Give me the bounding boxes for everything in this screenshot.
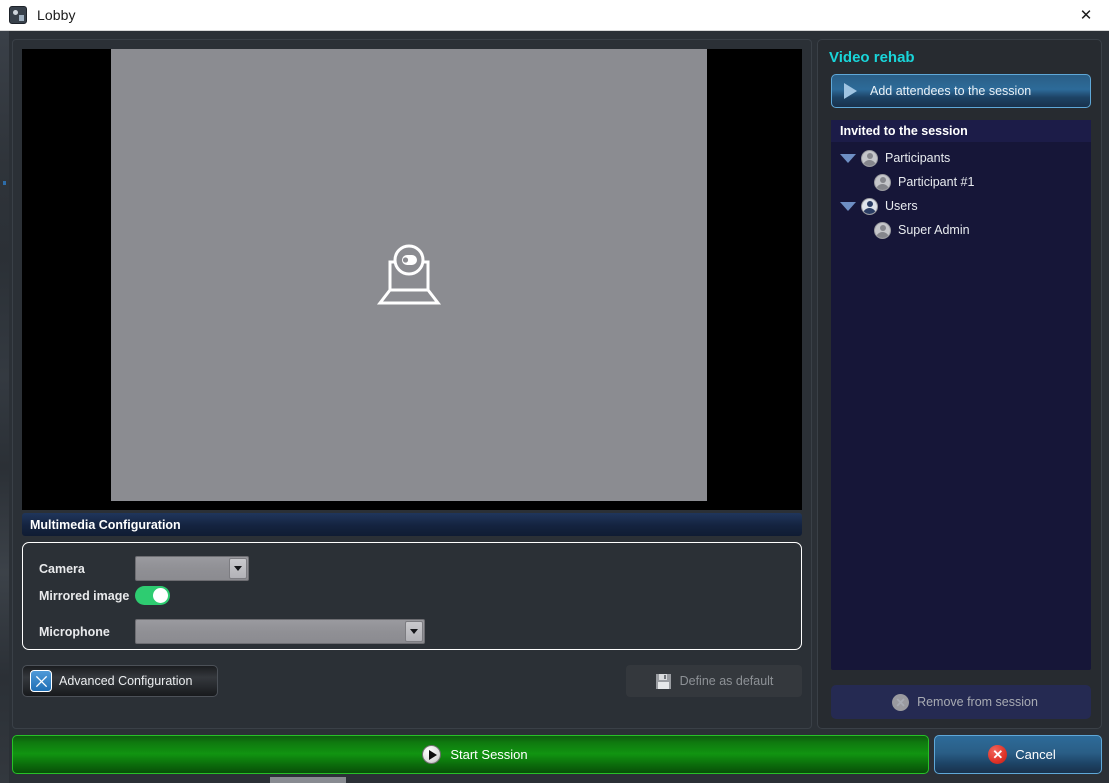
right-panel: Video rehab Add attendees to the session… (817, 39, 1102, 729)
tree-node-label: Users (885, 199, 918, 213)
start-session-button[interactable]: Start Session (12, 735, 929, 774)
close-icon[interactable]: ✕ (1063, 0, 1109, 30)
tree-node-label: Super Admin (898, 223, 970, 237)
tree-node-participants[interactable]: Participants (831, 146, 1091, 170)
remove-from-session-label: Remove from session (917, 695, 1038, 709)
page-title: Video rehab (829, 49, 915, 66)
advanced-configuration-label: Advanced Configuration (59, 674, 193, 688)
microphone-select[interactable] (135, 619, 425, 644)
video-placeholder (111, 49, 707, 501)
cancel-button[interactable]: ✕ Cancel (934, 735, 1102, 774)
multimedia-config-title: Multimedia Configuration (30, 517, 181, 532)
multimedia-config-header: Multimedia Configuration (22, 513, 802, 536)
background-window-sliver (0, 31, 9, 783)
window-title: Lobby (37, 7, 76, 23)
chevron-down-icon[interactable] (229, 558, 247, 579)
tree-node-label: Participant #1 (898, 175, 975, 189)
title-bar: Lobby ✕ (0, 0, 1109, 31)
invited-tree-panel: Invited to the session Participants Part… (831, 120, 1091, 670)
define-as-default-button[interactable]: Define as default (626, 665, 802, 697)
start-session-label: Start Session (450, 747, 528, 762)
webcam-laptop-icon (376, 244, 442, 305)
lobby-window: Lobby ✕ Multimedia Configuration Camera … (0, 0, 1109, 783)
multimedia-config-panel: Camera Mirrored image Microphone (22, 542, 802, 650)
define-as-default-label: Define as default (679, 674, 774, 688)
window-body: Multimedia Configuration Camera Mirrored… (9, 31, 1109, 783)
microphone-label: Microphone (39, 624, 110, 639)
tools-icon (30, 670, 52, 692)
camera-select[interactable] (135, 556, 249, 581)
tree-node-super-admin[interactable]: Super Admin (831, 218, 1091, 242)
tree-node-label: Participants (885, 151, 951, 165)
mirrored-image-row: Mirrored image (39, 586, 170, 605)
app-icon (9, 6, 27, 24)
advanced-configuration-button[interactable]: Advanced Configuration (22, 665, 218, 697)
toggle-knob (153, 588, 168, 603)
camera-label: Camera (39, 561, 85, 576)
floppy-save-icon (655, 673, 671, 689)
chevron-down-icon[interactable] (405, 621, 423, 642)
mirrored-image-label: Mirrored image (39, 588, 130, 603)
mirrored-image-toggle[interactable] (135, 586, 170, 605)
camera-row: Camera (39, 556, 249, 581)
x-circle-icon: ✕ (892, 693, 910, 711)
left-panel: Multimedia Configuration Camera Mirrored… (12, 39, 812, 729)
play-triangle-icon (844, 83, 857, 99)
taskbar-indicator (270, 777, 346, 783)
add-attendees-button[interactable]: Add attendees to the session (831, 74, 1091, 108)
invited-tree-title: Invited to the session (840, 124, 968, 138)
cancel-label: Cancel (1015, 747, 1056, 762)
invited-tree-header: Invited to the session (831, 120, 1091, 142)
chevron-down-icon[interactable] (840, 153, 856, 163)
remove-from-session-button[interactable]: ✕ Remove from session (831, 685, 1091, 719)
invited-tree-body: Participants Participant #1 Users Super … (831, 142, 1091, 242)
video-preview (22, 49, 802, 510)
tree-node-participant-1[interactable]: Participant #1 (831, 170, 1091, 194)
user-avatar-icon (874, 221, 891, 239)
microphone-row: Microphone (39, 619, 425, 644)
x-circle-red-icon: ✕ (988, 745, 1008, 764)
user-avatar-blue-icon (861, 197, 878, 215)
user-avatar-icon (861, 149, 878, 167)
play-circle-icon (422, 745, 442, 764)
user-avatar-icon (874, 173, 891, 191)
add-attendees-label: Add attendees to the session (870, 84, 1032, 98)
tree-node-users[interactable]: Users (831, 194, 1091, 218)
chevron-down-icon[interactable] (840, 201, 856, 211)
